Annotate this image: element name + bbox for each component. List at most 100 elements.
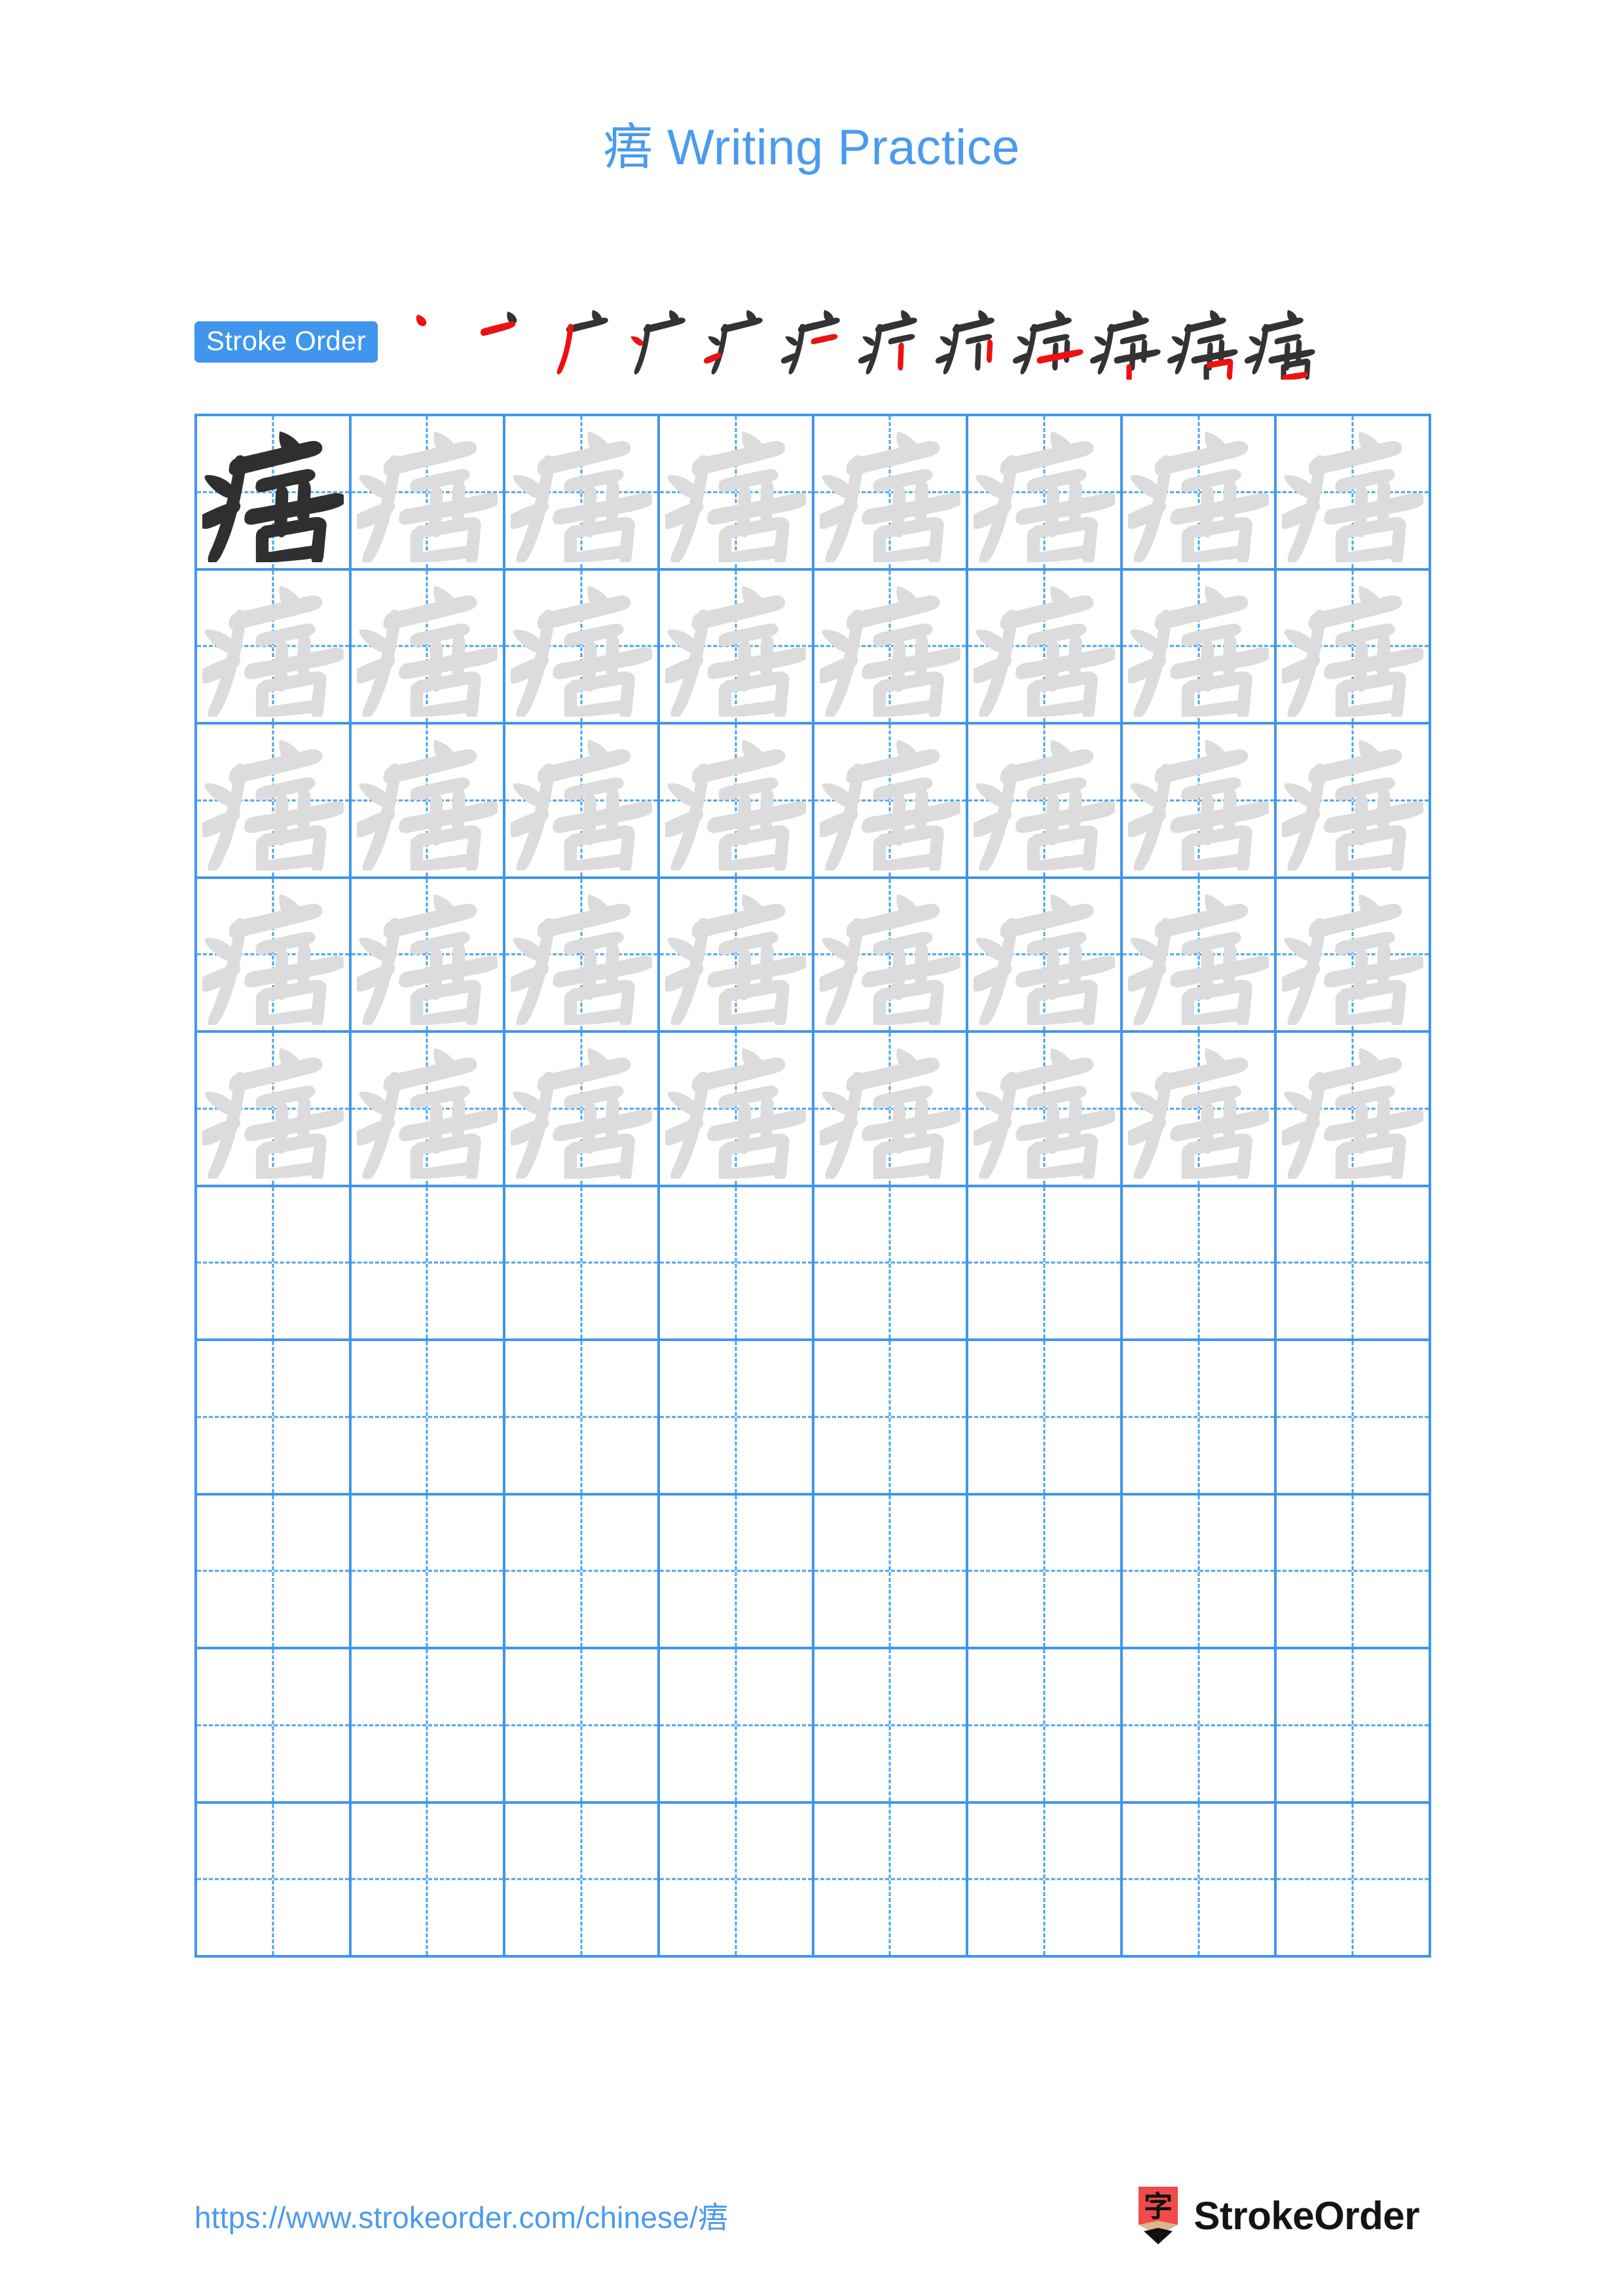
tracing-character (352, 416, 503, 568)
practice-cell[interactable] (659, 878, 814, 1033)
practice-cell[interactable] (1122, 570, 1277, 725)
practice-cell[interactable] (814, 1033, 969, 1187)
practice-cell[interactable] (659, 1187, 814, 1341)
practice-cell[interactable] (1277, 1033, 1431, 1187)
practice-cell[interactable] (1122, 1495, 1277, 1649)
practice-cell[interactable] (197, 1187, 352, 1341)
practice-cell[interactable] (814, 570, 969, 725)
tracing-character (1277, 879, 1429, 1031)
practice-cell[interactable] (505, 1187, 660, 1341)
practice-cell[interactable] (351, 725, 506, 879)
practice-cell[interactable] (659, 1803, 814, 1958)
brand-logo[interactable]: 字 StrokeOrder (1135, 2187, 1431, 2244)
practice-cell[interactable] (197, 1341, 352, 1496)
page-footer: https://www.strokeorder.com/chinese/痦 字 … (194, 2179, 1431, 2251)
practice-cell[interactable] (659, 1495, 814, 1649)
practice-cell[interactable] (1122, 416, 1277, 571)
tracing-character (1123, 1033, 1275, 1185)
practice-cell[interactable] (968, 1033, 1123, 1187)
practice-cell[interactable] (814, 1649, 969, 1804)
practice-cell[interactable] (351, 416, 506, 571)
practice-cell[interactable] (1277, 725, 1431, 879)
practice-cell[interactable] (351, 1649, 506, 1804)
practice-cell[interactable] (968, 570, 1123, 725)
stroke-step-4 (627, 302, 704, 380)
practice-cell[interactable] (814, 1803, 969, 1958)
practice-cell[interactable] (1122, 1033, 1277, 1187)
practice-cell[interactable] (197, 725, 352, 879)
practice-cell[interactable] (814, 878, 969, 1033)
tracing-character (660, 416, 812, 568)
practice-cell[interactable] (968, 725, 1123, 879)
practice-cell[interactable] (1122, 1803, 1277, 1958)
practice-cell[interactable] (505, 878, 660, 1033)
stroke-step-1 (395, 302, 472, 380)
practice-cell[interactable] (968, 1803, 1123, 1958)
practice-cell[interactable] (197, 1803, 352, 1958)
practice-cell[interactable] (814, 1187, 969, 1341)
practice-cell[interactable] (1122, 1649, 1277, 1804)
practice-cell[interactable] (968, 1341, 1123, 1496)
practice-cell[interactable] (197, 1649, 352, 1804)
practice-cell[interactable] (505, 1803, 660, 1958)
practice-cell[interactable] (505, 416, 660, 571)
practice-cell[interactable] (659, 725, 814, 879)
practice-cell[interactable] (659, 570, 814, 725)
practice-cell[interactable] (505, 570, 660, 725)
practice-cell[interactable] (1277, 1341, 1431, 1496)
practice-cell[interactable] (197, 1033, 352, 1187)
tracing-character (660, 879, 812, 1031)
tracing-character (814, 725, 966, 876)
practice-cell[interactable] (1122, 725, 1277, 879)
practice-cell[interactable] (505, 1495, 660, 1649)
practice-cell[interactable] (505, 1649, 660, 1804)
practice-cell[interactable] (814, 1341, 969, 1496)
practice-cell[interactable] (197, 416, 352, 571)
practice-cell[interactable] (1277, 1187, 1431, 1341)
practice-cell[interactable] (1277, 878, 1431, 1033)
practice-cell[interactable] (1122, 1187, 1277, 1341)
model-character (197, 416, 349, 568)
practice-cell[interactable] (351, 1187, 506, 1341)
practice-cell[interactable] (814, 416, 969, 571)
practice-cell[interactable] (505, 725, 660, 879)
stroke-step-2 (472, 302, 549, 380)
practice-cell[interactable] (968, 1187, 1123, 1341)
source-url[interactable]: https://www.strokeorder.com/chinese/痦 (194, 2194, 728, 2237)
practice-cell[interactable] (968, 416, 1123, 571)
practice-cell[interactable] (968, 1649, 1123, 1804)
practice-cell[interactable] (814, 725, 969, 879)
practice-cell[interactable] (968, 1495, 1123, 1649)
practice-cell[interactable] (1122, 878, 1277, 1033)
practice-cell[interactable] (659, 1033, 814, 1187)
practice-cell[interactable] (659, 1341, 814, 1496)
practice-cell[interactable] (1277, 1649, 1431, 1804)
practice-cell[interactable] (351, 570, 506, 725)
practice-cell[interactable] (197, 1495, 352, 1649)
tracing-character (968, 879, 1120, 1031)
svg-text:字: 字 (1144, 2190, 1173, 2223)
practice-grid (194, 414, 1431, 1958)
practice-cell[interactable] (351, 1803, 506, 1958)
practice-cell[interactable] (351, 1495, 506, 1649)
practice-cell[interactable] (505, 1033, 660, 1187)
practice-cell[interactable] (505, 1341, 660, 1496)
tracing-character (505, 1033, 657, 1185)
practice-cell[interactable] (197, 570, 352, 725)
practice-cell[interactable] (351, 1341, 506, 1496)
tracing-character (505, 571, 657, 723)
practice-cell[interactable] (1122, 1341, 1277, 1496)
practice-cell[interactable] (351, 1033, 506, 1187)
practice-cell[interactable] (1277, 1495, 1431, 1649)
practice-cell[interactable] (1277, 570, 1431, 725)
practice-cell[interactable] (659, 416, 814, 571)
tracing-character (968, 571, 1120, 723)
practice-cell[interactable] (659, 1649, 814, 1804)
practice-cell[interactable] (1277, 416, 1431, 571)
practice-cell[interactable] (1277, 1803, 1431, 1958)
practice-cell[interactable] (197, 878, 352, 1033)
practice-cell[interactable] (968, 878, 1123, 1033)
stroke-step-3 (549, 302, 627, 380)
practice-cell[interactable] (814, 1495, 969, 1649)
practice-cell[interactable] (351, 878, 506, 1033)
